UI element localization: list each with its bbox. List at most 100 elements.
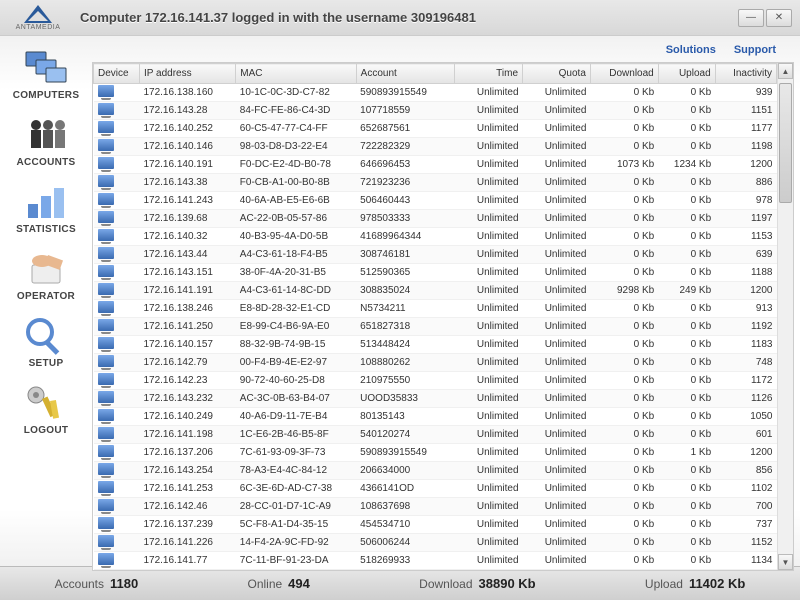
close-button[interactable]: ✕: [766, 9, 792, 27]
cell-quota: Unlimited: [523, 336, 591, 354]
sidebar-item-logout[interactable]: LOGOUT: [4, 377, 88, 442]
computer-icon: [98, 499, 114, 511]
cell-quota: Unlimited: [523, 516, 591, 534]
table-row[interactable]: 172.16.141.250E8-99-C4-B6-9A-E0651827318…: [94, 318, 777, 336]
table-row[interactable]: 172.16.143.232AC-3C-0B-63-B4-07UOOD35833…: [94, 390, 777, 408]
col-mac[interactable]: MAC: [236, 64, 356, 84]
cell-download: 0 Kb: [590, 228, 658, 246]
cell-quota: Unlimited: [523, 84, 591, 102]
computer-icon: [98, 553, 114, 565]
sidebar-item-setup[interactable]: SETUP: [4, 310, 88, 375]
col-device[interactable]: Device: [94, 64, 140, 84]
status-upload: Upload 11402 Kb: [645, 576, 745, 591]
cell-download: 0 Kb: [590, 300, 658, 318]
table-row[interactable]: 172.16.141.1981C-E6-2B-46-B5-8F540120274…: [94, 426, 777, 444]
cell-time: Unlimited: [455, 138, 523, 156]
computer-icon: [98, 301, 114, 313]
cell-quota: Unlimited: [523, 210, 591, 228]
header-row: Device IP address MAC Account Time Quota…: [94, 64, 777, 84]
support-link[interactable]: Support: [734, 44, 776, 56]
cell-upload: 0 Kb: [658, 354, 715, 372]
col-inactivity[interactable]: Inactivity: [715, 64, 776, 84]
table-row[interactable]: 172.16.138.16010-1C-0C-3D-C7-82590893915…: [94, 84, 777, 102]
table-row[interactable]: 172.16.143.2884-FC-FE-86-C4-3D107718559U…: [94, 102, 777, 120]
cell-inactivity: 1200: [715, 156, 776, 174]
scroll-up-button[interactable]: ▲: [778, 63, 793, 79]
table-row[interactable]: 172.16.137.2067C-61-93-09-3F-73590893915…: [94, 444, 777, 462]
table-row[interactable]: 172.16.141.777C-11-BF-91-23-DA518269933U…: [94, 552, 777, 570]
table-row[interactable]: 172.16.140.14698-03-D8-D3-22-E4722282329…: [94, 138, 777, 156]
cell-account: 4366141OD: [356, 480, 455, 498]
cell-upload: 0 Kb: [658, 246, 715, 264]
col-download[interactable]: Download: [590, 64, 658, 84]
table-row[interactable]: 172.16.141.191A4-C3-61-14-8C-DD308835024…: [94, 282, 777, 300]
cell-ip: 172.16.138.246: [139, 300, 235, 318]
table-row[interactable]: 172.16.140.191F0-DC-E2-4D-B0-78646696453…: [94, 156, 777, 174]
status-value: 1180: [110, 576, 138, 591]
col-time[interactable]: Time: [455, 64, 523, 84]
cell-ip: 172.16.137.206: [139, 444, 235, 462]
cell-account: 646696453: [356, 156, 455, 174]
cell-ip: 172.16.140.252: [139, 120, 235, 138]
table-row[interactable]: 172.16.140.15788-32-9B-74-9B-15513448424…: [94, 336, 777, 354]
minimize-button[interactable]: —: [738, 9, 764, 27]
col-quota[interactable]: Quota: [523, 64, 591, 84]
status-label: Download: [419, 577, 472, 591]
cell-mac: F0-CB-A1-00-B0-8B: [236, 174, 356, 192]
table-row[interactable]: 172.16.139.68AC-22-0B-05-57-86978503333U…: [94, 210, 777, 228]
sidebar: COMPUTERS ACCOUNTS STATISTICS OPERATOR S…: [0, 36, 92, 566]
table-row[interactable]: 172.16.143.25478-A3-E4-4C-84-12206634000…: [94, 462, 777, 480]
cell-ip: 172.16.141.226: [139, 534, 235, 552]
cell-account: 308746181: [356, 246, 455, 264]
table-row[interactable]: 172.16.143.15138-0F-4A-20-31-B5512590365…: [94, 264, 777, 282]
table-row[interactable]: 172.16.141.24340-6A-AB-E5-E6-6B506460443…: [94, 192, 777, 210]
cell-quota: Unlimited: [523, 138, 591, 156]
cell-download: 0 Kb: [590, 84, 658, 102]
cell-download: 0 Kb: [590, 516, 658, 534]
cell-download: 0 Kb: [590, 372, 658, 390]
scroll-thumb[interactable]: [779, 83, 792, 203]
col-upload[interactable]: Upload: [658, 64, 715, 84]
cell-time: Unlimited: [455, 444, 523, 462]
cell-mac: E8-99-C4-B6-9A-E0: [236, 318, 356, 336]
cell-account: 506006244: [356, 534, 455, 552]
cell-ip: 172.16.142.79: [139, 354, 235, 372]
col-account[interactable]: Account: [356, 64, 455, 84]
sidebar-item-statistics[interactable]: STATISTICS: [4, 176, 88, 241]
table-row[interactable]: 172.16.140.25260-C5-47-77-C4-FF652687561…: [94, 120, 777, 138]
cell-quota: Unlimited: [523, 174, 591, 192]
status-value: 11402 Kb: [689, 576, 745, 591]
scroll-down-button[interactable]: ▼: [778, 554, 793, 570]
vertical-scrollbar[interactable]: ▲ ▼: [777, 63, 793, 570]
cell-ip: 172.16.141.77: [139, 552, 235, 570]
solutions-link[interactable]: Solutions: [666, 44, 716, 56]
table-row[interactable]: 172.16.137.2395C-F8-A1-D4-35-15454534710…: [94, 516, 777, 534]
cell-download: 0 Kb: [590, 462, 658, 480]
table-row[interactable]: 172.16.142.4628-CC-01-D7-1C-A9108637698U…: [94, 498, 777, 516]
sidebar-item-computers[interactable]: COMPUTERS: [4, 42, 88, 107]
table-row[interactable]: 172.16.142.7900-F4-B9-4E-E2-97108880262U…: [94, 354, 777, 372]
cell-download: 0 Kb: [590, 102, 658, 120]
computer-icon: [98, 355, 114, 367]
scroll-track[interactable]: [778, 79, 793, 554]
cell-mac: 1C-E6-2B-46-B5-8F: [236, 426, 356, 444]
sidebar-label: LOGOUT: [24, 425, 69, 436]
table-row[interactable]: 172.16.140.3240-B3-95-4A-D0-5B4168996434…: [94, 228, 777, 246]
table-row[interactable]: 172.16.141.22614-F4-2A-9C-FD-92506006244…: [94, 534, 777, 552]
table-row[interactable]: 172.16.143.38F0-CB-A1-00-B0-8B721923236U…: [94, 174, 777, 192]
table-row[interactable]: 172.16.138.246E8-8D-28-32-E1-CDN5734211U…: [94, 300, 777, 318]
col-ip[interactable]: IP address: [139, 64, 235, 84]
cell-time: Unlimited: [455, 228, 523, 246]
cell-ip: 172.16.143.254: [139, 462, 235, 480]
table-row[interactable]: 172.16.143.44A4-C3-61-18-F4-B5308746181U…: [94, 246, 777, 264]
cell-device: [94, 228, 140, 246]
cell-upload: 0 Kb: [658, 390, 715, 408]
sidebar-item-operator[interactable]: OPERATOR: [4, 243, 88, 308]
sidebar-item-accounts[interactable]: ACCOUNTS: [4, 109, 88, 174]
operator-icon: [20, 247, 72, 291]
cell-ip: 172.16.140.249: [139, 408, 235, 426]
table-row[interactable]: 172.16.140.24940-A6-D9-11-7E-B480135143U…: [94, 408, 777, 426]
table-row[interactable]: 172.16.141.2536C-3E-6D-AD-C7-384366141OD…: [94, 480, 777, 498]
cell-account: 518269933: [356, 552, 455, 570]
table-row[interactable]: 172.16.142.2390-72-40-60-25-D8210975550U…: [94, 372, 777, 390]
